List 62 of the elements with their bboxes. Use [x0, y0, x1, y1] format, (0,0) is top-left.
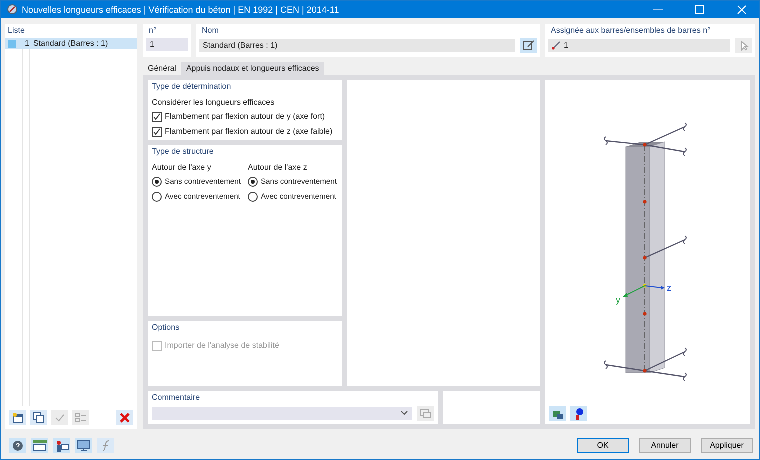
axis-label: z: [667, 283, 672, 293]
axis-label: y: [616, 295, 620, 305]
maximize-icon[interactable]: [695, 4, 705, 14]
copy-button[interactable]: [30, 410, 47, 425]
checkbox[interactable]: [152, 126, 162, 136]
assigned-label: Assignée aux barres/ensembles de barres n°: [550, 26, 712, 37]
close-icon[interactable]: [737, 4, 747, 14]
radio-button[interactable]: [248, 192, 258, 202]
edit-icon: [522, 40, 534, 51]
new-item-button[interactable]: [9, 410, 26, 425]
check-all-button[interactable]: [51, 410, 68, 425]
section-title: Options: [152, 323, 181, 332]
radio-button[interactable]: [152, 192, 162, 202]
assigned-field[interactable]: 1: [548, 39, 730, 52]
figure-icon: [54, 440, 68, 452]
decimal-icon: [32, 440, 46, 452]
name-label: Nom: [201, 26, 220, 37]
delete-button[interactable]: [116, 410, 133, 425]
monitor-icon: [76, 440, 90, 452]
checkbox-label: Importer de l'analyse de stabilité: [165, 341, 280, 350]
list-item[interactable]: 1 Standard (Barres : 1): [5, 38, 137, 49]
help-button[interactable]: [9, 438, 26, 453]
tab[interactable]: Appuis nodaux et longueurs efficaces: [181, 62, 324, 75]
number-field[interactable]: 1: [146, 38, 188, 51]
name-field[interactable]: Standard (Barres : 1): [199, 39, 515, 52]
dialog-button[interactable]: Annuler: [639, 438, 691, 453]
member-icon: [552, 41, 561, 50]
view-button[interactable]: [549, 406, 566, 421]
checkbox[interactable]: [152, 112, 162, 122]
comment-field[interactable]: [152, 407, 412, 420]
dropdown-icon: [401, 411, 408, 416]
monitor-button[interactable]: [75, 438, 92, 453]
help-icon: [12, 440, 24, 452]
z-axis-arrow: [644, 286, 665, 290]
info-button[interactable]: [570, 406, 587, 421]
edit-button[interactable]: [520, 38, 537, 53]
section-title: Type de détermination: [152, 82, 232, 91]
section-subtitle: Considérer les longueurs efficaces: [152, 98, 276, 107]
window-title: Nouvelles longueurs efficaces | Vérification du béton | EN 1992 | CEN | 2014-11: [22, 4, 340, 14]
radio-button[interactable]: [152, 176, 162, 186]
app-icon: [7, 4, 18, 15]
group-label: Autour de l'axe z: [248, 163, 308, 172]
number-label: n°: [148, 26, 158, 37]
checkbox-label: Flambement par flexion autour de y (axe fort): [165, 112, 326, 121]
copy-icon: [32, 412, 44, 424]
y-axis-arrow: [623, 286, 646, 297]
checkbox-label: Flambement par flexion autour de z (axe faible): [165, 127, 333, 136]
radio-button[interactable]: [248, 176, 258, 186]
uncheck-button[interactable]: [72, 410, 89, 425]
comment-icon: [420, 408, 432, 418]
units-button[interactable]: [31, 438, 48, 453]
list-icon: [74, 412, 86, 424]
section-title: Type de structure: [152, 147, 215, 156]
comment-label: Commentaire: [152, 393, 202, 402]
delete-icon: [118, 412, 130, 424]
list-title: Liste: [7, 26, 26, 37]
new-window-icon: [12, 412, 24, 424]
display-button[interactable]: [53, 438, 70, 453]
dialog-button[interactable]: Appliquer: [701, 438, 753, 453]
dialog-button[interactable]: OK: [577, 438, 629, 453]
pointer-icon: [738, 40, 748, 51]
group-label: Autour de l'axe y: [152, 163, 212, 172]
